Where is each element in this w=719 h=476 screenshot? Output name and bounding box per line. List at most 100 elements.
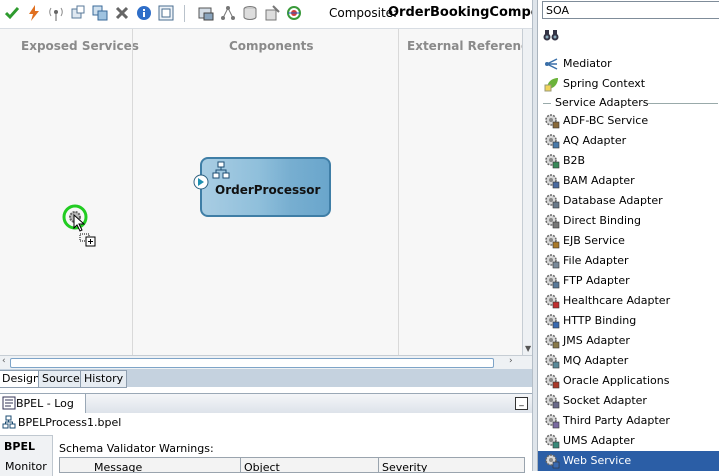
- palette-item-label: Spring Context: [563, 77, 646, 90]
- layout-icon[interactable]: [158, 5, 174, 21]
- oracle-apps-icon: [544, 373, 560, 389]
- mouse-pointer-icon: [73, 213, 86, 235]
- third-party-adapter-icon: [544, 413, 560, 429]
- palette-item-healthcare-adapter[interactable]: Healthcare Adapter: [538, 291, 719, 311]
- palette-item-bam-adapter[interactable]: BAM Adapter: [538, 171, 719, 191]
- mediator-icon: [544, 56, 560, 72]
- network-icon[interactable]: [220, 5, 236, 21]
- palette-item-web-service[interactable]: Web Service: [538, 451, 719, 471]
- section-label: Service Adapters: [555, 96, 649, 109]
- log-tab-bar: BPEL - Log _: [0, 393, 532, 414]
- spring-icon: [544, 76, 560, 92]
- minimize-icon[interactable]: _: [515, 397, 528, 410]
- palette-item-ums-adapter[interactable]: UMS Adapter: [538, 431, 719, 451]
- log-side-tabs: BPEL Monitor: [0, 435, 53, 476]
- palette-item-ftp-adapter[interactable]: FTP Adapter: [538, 271, 719, 291]
- scroll-thumb[interactable]: [10, 358, 494, 368]
- palette-item-label: EJB Service: [563, 234, 625, 247]
- palette-item-direct-binding[interactable]: Direct Binding: [538, 211, 719, 231]
- palette-item-mediator[interactable]: Mediator: [538, 54, 719, 74]
- palette-item-third-party-adapter[interactable]: Third Party Adapter: [538, 411, 719, 431]
- canvas-horizontal-scrollbar[interactable]: ‹ ›: [0, 355, 532, 370]
- database-adapter-icon: [544, 193, 560, 209]
- binoculars-search-icon[interactable]: [543, 28, 559, 45]
- composite-canvas[interactable]: Exposed Services Components External Ref…: [0, 29, 532, 355]
- palette-item-adf-bc-service[interactable]: ADF-BC Service: [538, 111, 719, 131]
- healthcare-adapter-icon: [544, 293, 560, 309]
- palette-item-label: Mediator: [563, 57, 612, 70]
- editor-view-tabs: Design Source History: [0, 369, 532, 388]
- b2b-icon: [544, 153, 560, 169]
- web-service-icon: [544, 453, 560, 469]
- stack-icon[interactable]: [242, 5, 258, 21]
- column-divider: [378, 458, 379, 472]
- palette-item-label: JMS Adapter: [563, 334, 630, 347]
- aq-adapter-icon: [544, 133, 560, 149]
- palette-item-label: Database Adapter: [563, 194, 663, 207]
- palette-item-mq-adapter[interactable]: MQ Adapter: [538, 351, 719, 371]
- palette-item-label: B2B: [563, 154, 586, 167]
- palette-item-label: Direct Binding: [563, 214, 641, 227]
- bpel-log-tab[interactable]: BPEL - Log: [0, 394, 86, 413]
- orderprocessor-component[interactable]: OrderProcessor: [193, 157, 331, 217]
- palette-item-label: Socket Adapter: [563, 394, 647, 407]
- palette-category-value: SOA: [546, 4, 569, 17]
- bpel-process-icon: [212, 161, 230, 182]
- exposed-services-lane-header: Exposed Services: [21, 39, 139, 53]
- external-references-lane-header: External References: [407, 39, 522, 53]
- column-severity[interactable]: Severity: [382, 461, 427, 472]
- schema-warnings-label: Schema Validator Warnings:: [59, 442, 214, 455]
- palette-item-aq-adapter[interactable]: AQ Adapter: [538, 131, 719, 151]
- palette-item-label: ADF-BC Service: [563, 114, 649, 127]
- palette-item-ejb-service[interactable]: EJB Service: [538, 231, 719, 251]
- wizard-icon[interactable]: [264, 5, 280, 21]
- validate-check-icon[interactable]: [4, 5, 20, 21]
- bpel-file-icon: [2, 415, 16, 432]
- service-port-icon[interactable]: [193, 174, 209, 193]
- palette-item-label: Oracle Applications: [563, 374, 670, 387]
- tab-history[interactable]: History: [80, 370, 128, 388]
- log-panel: BPELProcess1.bpel BPEL Monitor Schema Va…: [0, 413, 532, 476]
- palette-item-spring-context[interactable]: Spring Context: [538, 74, 719, 94]
- jms-adapter-icon: [544, 333, 560, 349]
- direct-binding-icon: [544, 213, 560, 229]
- palette-item-oracle-applications[interactable]: Oracle Applications: [538, 371, 719, 391]
- tab-source[interactable]: Source: [38, 370, 84, 388]
- ums-adapter-icon: [544, 433, 560, 449]
- palette-item-label: FTP Adapter: [563, 274, 630, 287]
- section-rule: [648, 103, 718, 104]
- section-rule: [543, 103, 551, 104]
- info-icon[interactable]: [136, 5, 152, 21]
- antenna-icon[interactable]: [48, 5, 64, 21]
- side-tab-bpel[interactable]: BPEL: [4, 440, 35, 453]
- scroll-right-icon[interactable]: ›: [509, 356, 513, 366]
- palette-category-select[interactable]: SOA: [542, 1, 719, 19]
- palette-item-label: Web Service: [563, 454, 632, 467]
- scroll-down-icon[interactable]: ▼: [525, 344, 531, 353]
- column-object[interactable]: Object: [244, 461, 280, 472]
- side-tab-monitor[interactable]: Monitor: [5, 460, 47, 473]
- palette-item-jms-adapter[interactable]: JMS Adapter: [538, 331, 719, 351]
- palette-item-database-adapter[interactable]: Database Adapter: [538, 191, 719, 211]
- color-wheel-icon[interactable]: [286, 5, 302, 21]
- palette-item-http-binding[interactable]: HTTP Binding: [538, 311, 719, 331]
- palette-item-label: Healthcare Adapter: [563, 294, 671, 307]
- palette-item-file-adapter[interactable]: File Adapter: [538, 251, 719, 271]
- deploy-icon[interactable]: [198, 5, 214, 21]
- delete-x-icon[interactable]: [114, 5, 130, 21]
- service-adapters-section: Service Adapters: [538, 96, 719, 110]
- bolt-icon[interactable]: [26, 5, 42, 21]
- palette-item-label: MQ Adapter: [563, 354, 629, 367]
- component-group-icon[interactable]: [92, 5, 108, 21]
- palette-item-label: File Adapter: [563, 254, 629, 267]
- palette-item-socket-adapter[interactable]: Socket Adapter: [538, 391, 719, 411]
- component-add-icon[interactable]: [70, 5, 86, 21]
- palette-item-b2b[interactable]: B2B: [538, 151, 719, 171]
- scroll-left-icon[interactable]: ‹: [2, 356, 6, 366]
- http-binding-icon: [544, 313, 560, 329]
- lane-separator: [398, 29, 399, 355]
- log-file-name: BPELProcess1.bpel: [18, 416, 122, 429]
- column-message[interactable]: Message: [94, 461, 142, 472]
- log-tab-title: BPEL - Log: [16, 397, 74, 410]
- mq-adapter-icon: [544, 353, 560, 369]
